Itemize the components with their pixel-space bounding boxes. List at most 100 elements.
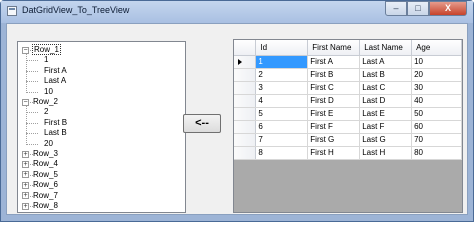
expand-icon[interactable]: + — [22, 202, 29, 210]
column-header-first-name[interactable]: First Name — [307, 40, 361, 56]
collapse-icon[interactable]: − — [22, 46, 29, 54]
cell-id[interactable]: 1 — [255, 55, 309, 69]
cell-first-name[interactable]: First C — [307, 81, 361, 95]
cell-first-name[interactable]: First H — [307, 146, 361, 160]
cell-last-name[interactable]: Last H — [359, 146, 413, 160]
cell-age[interactable]: 80 — [411, 146, 462, 160]
row-header[interactable] — [234, 107, 257, 121]
tree-connector — [26, 60, 38, 62]
row-header[interactable] — [234, 94, 257, 108]
tree-node-6[interactable]: Row_6 — [33, 180, 58, 190]
tree-child-node[interactable]: 20 — [44, 139, 53, 149]
column-header-age[interactable]: Age — [411, 40, 462, 56]
tree-child-node[interactable]: 10 — [44, 87, 53, 97]
tree-connector — [26, 122, 38, 124]
tree-node-2[interactable]: Row_2 — [33, 97, 58, 107]
grid-row[interactable]: 6 First F Last F 60 — [234, 120, 462, 134]
grid-row[interactable]: 4 First D Last D 40 — [234, 94, 462, 108]
cell-age[interactable]: 10 — [411, 55, 462, 69]
cell-age[interactable]: 50 — [411, 107, 462, 121]
close-button[interactable]: X — [429, 1, 467, 16]
grid-row[interactable]: 8 First H Last H 80 — [234, 146, 462, 160]
cell-age[interactable]: 30 — [411, 81, 462, 95]
cell-first-name[interactable]: First E — [307, 107, 361, 121]
row-header[interactable] — [234, 81, 257, 95]
data-grid-view[interactable]: Id First Name Last Name Age 1 First A Last… — [233, 39, 463, 213]
collapse-icon[interactable]: − — [22, 98, 29, 106]
window-title: DatGridView_To_TreeView — [22, 5, 130, 15]
grid-row[interactable]: 1 First A Last A 10 — [234, 55, 462, 69]
tree-connector — [26, 70, 38, 72]
form-client-area: − Row_1 1 First A Last A 10− Row_2 2 First B Last… — [6, 23, 468, 215]
grid-row[interactable]: 3 First C Last C 30 — [234, 81, 462, 95]
cell-first-name[interactable]: First B — [307, 68, 361, 82]
cell-first-name[interactable]: First A — [307, 55, 361, 69]
tree-node-label: Row_2 — [33, 97, 58, 106]
column-header-id[interactable]: Id — [255, 40, 309, 56]
cell-last-name[interactable]: Last A — [359, 55, 413, 69]
cell-id[interactable]: 3 — [255, 81, 309, 95]
row-header[interactable] — [234, 146, 257, 160]
tree-node-label: Row_4 — [33, 159, 58, 169]
cell-last-name[interactable]: Last G — [359, 133, 413, 147]
cell-last-name[interactable]: Last E — [359, 107, 413, 121]
cell-id[interactable]: 7 — [255, 133, 309, 147]
expand-icon[interactable]: + — [22, 192, 29, 200]
grid-corner-header[interactable] — [234, 40, 257, 56]
row-header[interactable] — [234, 133, 257, 147]
cell-id[interactable]: 5 — [255, 107, 309, 121]
cell-id[interactable]: 4 — [255, 94, 309, 108]
tree-node-3[interactable]: Row_3 — [33, 149, 58, 159]
cell-age[interactable]: 20 — [411, 68, 462, 82]
tree-connector — [26, 143, 38, 145]
cell-last-name[interactable]: Last F — [359, 120, 413, 134]
title-bar[interactable]: DatGridView_To_TreeView – □ X — [1, 1, 473, 23]
tree-connector — [26, 112, 38, 114]
tree-node-5[interactable]: Row_5 — [33, 170, 58, 180]
transfer-button[interactable]: <-- — [183, 114, 221, 133]
expand-icon[interactable]: + — [22, 150, 29, 158]
tree-view[interactable]: − Row_1 1 First A Last A 10− Row_2 2 First B Last… — [17, 41, 186, 213]
app-icon[interactable] — [7, 6, 17, 16]
window-controls: – □ X — [385, 1, 467, 17]
cell-age[interactable]: 40 — [411, 94, 462, 108]
tree-node-4[interactable]: Row_4 — [33, 159, 58, 169]
cell-age[interactable]: 70 — [411, 133, 462, 147]
row-header[interactable] — [234, 120, 257, 134]
cell-id[interactable]: 8 — [255, 146, 309, 160]
cell-last-name[interactable]: Last C — [359, 81, 413, 95]
tree-node-label: Row_3 — [33, 149, 58, 158]
grid-row[interactable]: 2 First B Last B 20 — [234, 68, 462, 82]
cell-last-name[interactable]: Last D — [359, 94, 413, 108]
column-header-last-name[interactable]: Last Name — [359, 40, 413, 56]
tree-child-node[interactable]: Last A — [44, 76, 66, 86]
cell-last-name[interactable]: Last B — [359, 68, 413, 82]
cell-age[interactable]: 60 — [411, 120, 462, 134]
minimize-button[interactable]: – — [385, 1, 407, 16]
tree-child-node[interactable]: Last B — [44, 128, 67, 138]
cell-first-name[interactable]: First D — [307, 94, 361, 108]
tree-node-label: Row_6 — [33, 180, 58, 190]
maximize-button[interactable]: □ — [407, 1, 429, 16]
expand-icon[interactable]: + — [22, 181, 29, 189]
tree-node-8[interactable]: Row_8 — [33, 201, 58, 211]
tree-node-7[interactable]: Row_7 — [33, 191, 58, 201]
cell-first-name[interactable]: First G — [307, 133, 361, 147]
cell-id[interactable]: 6 — [255, 120, 309, 134]
row-header[interactable] — [234, 68, 257, 82]
cell-id[interactable]: 2 — [255, 68, 309, 82]
tree-child-node[interactable]: First B — [44, 118, 67, 128]
tree-child-node[interactable]: First A — [44, 66, 67, 76]
tree-child-node[interactable]: 2 — [44, 107, 48, 117]
expand-icon[interactable]: + — [22, 160, 29, 168]
tree-child-node[interactable]: 1 — [44, 55, 48, 65]
grid-row[interactable]: 7 First G Last G 70 — [234, 133, 462, 147]
tree-connector — [26, 81, 38, 83]
grid-row[interactable]: 5 First E Last E 50 — [234, 107, 462, 121]
row-header[interactable] — [234, 55, 257, 69]
tree-node-1[interactable]: Row_1 — [32, 44, 61, 55]
expand-icon[interactable]: + — [22, 171, 29, 179]
current-row-arrow-icon — [238, 58, 242, 65]
cell-first-name[interactable]: First F — [307, 120, 361, 134]
tree-node-label: Row_8 — [33, 201, 58, 210]
